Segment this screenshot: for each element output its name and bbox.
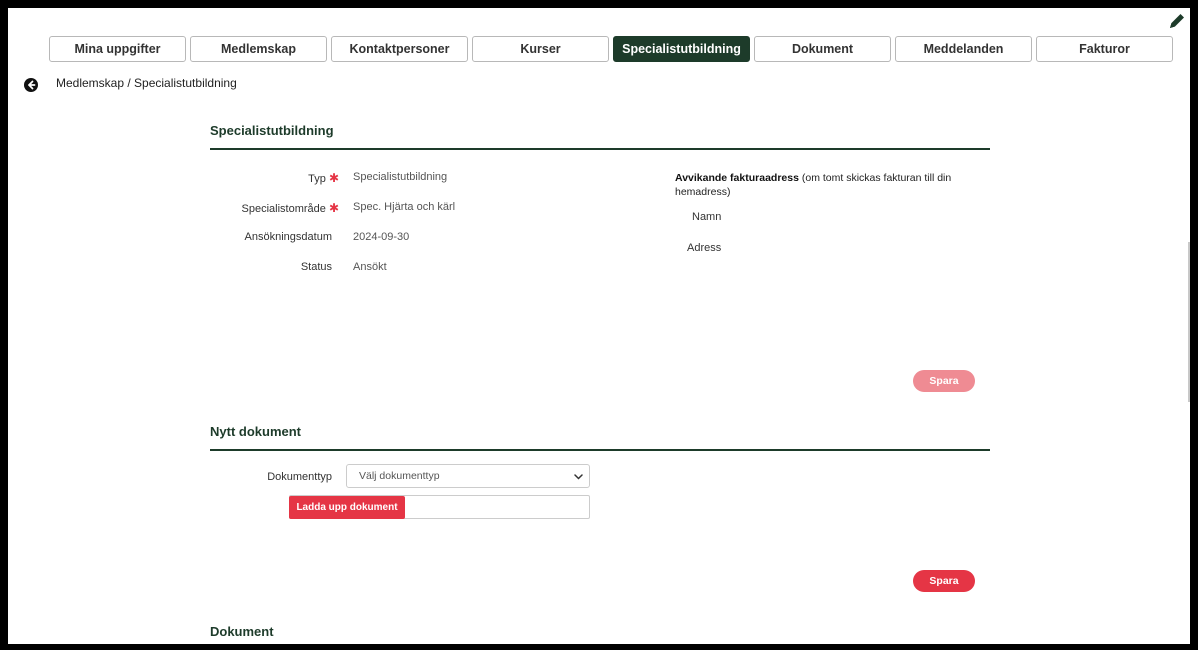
chevron-down-icon <box>574 474 583 480</box>
section-divider <box>210 449 990 451</box>
tab-medlemskap[interactable]: Medlemskap <box>190 36 327 62</box>
invoice-address-label: Adress <box>687 242 722 254</box>
specialist-area-value: Spec. Hjärta och kärl <box>353 201 456 213</box>
tab-specialistutbildning[interactable]: Specialistutbildning <box>613 36 750 62</box>
scrollbar[interactable] <box>1188 242 1190 402</box>
invoice-name-label: Namn <box>692 211 722 223</box>
section-title-dokument: Dokument <box>210 624 274 639</box>
invoice-address-heading: Avvikande fakturaadress (om tomt skickas… <box>675 172 952 198</box>
save-document-button[interactable]: Spara <box>913 570 975 592</box>
tab-dokument[interactable]: Dokument <box>754 36 891 62</box>
document-type-select[interactable]: Välj dokumenttyp <box>346 464 590 488</box>
tab-fakturor[interactable]: Fakturor <box>1036 36 1173 62</box>
type-value: Specialistutbildning <box>353 171 448 183</box>
tab-meddelanden[interactable]: Meddelanden <box>895 36 1032 62</box>
status-value: Ansökt <box>353 261 387 273</box>
section-divider <box>210 148 990 150</box>
tab-kurser[interactable]: Kurser <box>472 36 609 62</box>
application-date-value: 2024-09-30 <box>353 231 410 243</box>
page-frame: Mina uppgifter Medlemskap Kontaktpersone… <box>8 8 1190 644</box>
type-label: Typ ✱ <box>308 171 339 185</box>
tab-kontaktpersoner[interactable]: Kontaktpersoner <box>331 36 468 62</box>
pencil-icon[interactable] <box>1168 12 1186 30</box>
application-date-label: Ansökningsdatum <box>244 231 332 243</box>
specialist-area-label: Specialistområde ✱ <box>241 201 340 215</box>
document-type-selected: Välj dokumenttyp <box>359 470 440 482</box>
tab-bar: Mina uppgifter Medlemskap Kontaktpersone… <box>49 36 1173 62</box>
upload-document-button[interactable]: Ladda upp dokument <box>289 496 405 519</box>
breadcrumb: Medlemskap / Specialistutbildning <box>56 76 237 90</box>
arrow-left-circle-icon[interactable] <box>24 78 38 92</box>
section-title-specialistutbildning: Specialistutbildning <box>210 123 334 138</box>
status-label: Status <box>300 261 332 273</box>
section-title-nytt-dokument: Nytt dokument <box>210 424 301 439</box>
save-button[interactable]: Spara <box>913 370 975 392</box>
tab-mina-uppgifter[interactable]: Mina uppgifter <box>49 36 186 62</box>
document-type-label: Dokumenttyp <box>267 471 332 483</box>
